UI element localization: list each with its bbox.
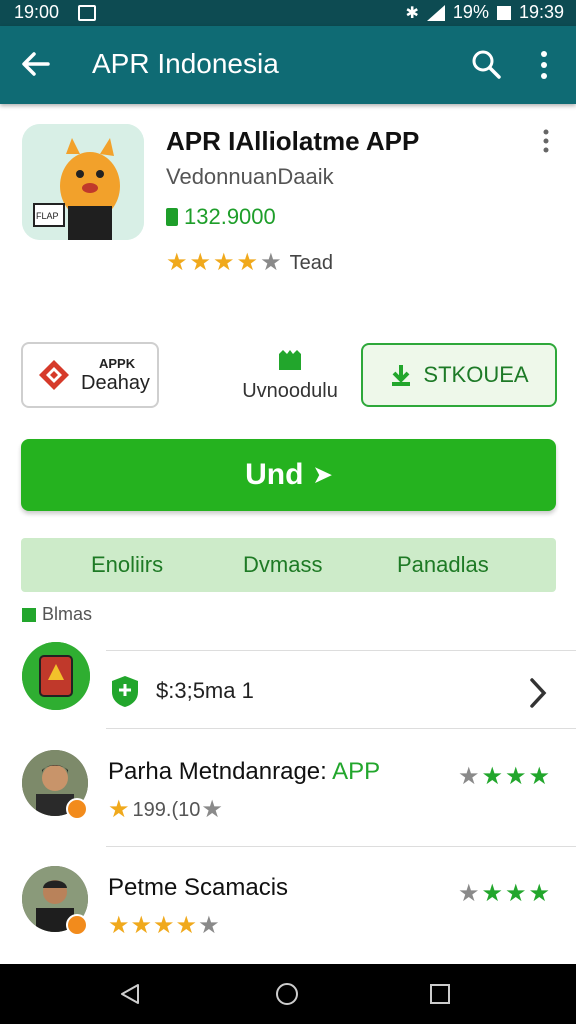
star-icon: ★ bbox=[481, 880, 504, 907]
rating-label: Tead bbox=[289, 251, 333, 274]
apk-label-top: APPK bbox=[99, 356, 136, 371]
star-icon: ★ bbox=[166, 249, 188, 276]
tab-2[interactable]: Dvmass bbox=[243, 552, 322, 578]
arrow-right-icon: ➤ bbox=[313, 462, 332, 487]
review-author-name: Parha Metndanrage: bbox=[108, 758, 327, 785]
install-button[interactable]: Und ➤ bbox=[21, 439, 556, 511]
apk-source-card[interactable]: APPK Deahay bbox=[21, 342, 159, 408]
nav-back-icon[interactable] bbox=[118, 982, 142, 1006]
star-icon: ★ bbox=[213, 249, 235, 276]
badge-icon bbox=[66, 914, 88, 936]
download-action[interactable]: Uvnoodulu bbox=[240, 346, 340, 406]
search-icon[interactable] bbox=[470, 48, 502, 80]
price: 132.9000 bbox=[166, 204, 276, 230]
star-icon: ★ bbox=[481, 763, 504, 790]
status-time: 19:00 bbox=[14, 2, 60, 22]
page-title: APR Indonesia bbox=[92, 48, 279, 79]
star-icon: ★ bbox=[130, 912, 153, 939]
star-empty-icon: ★ bbox=[260, 249, 282, 276]
star-icon: ★ bbox=[505, 880, 527, 907]
nav-home-icon[interactable] bbox=[275, 982, 299, 1006]
system-nav-bar bbox=[0, 964, 576, 1024]
developer-name[interactable]: VedonnuanDaaik bbox=[166, 164, 334, 190]
more-vert-icon[interactable] bbox=[532, 48, 556, 82]
status-time-right: 19:39 bbox=[518, 2, 564, 22]
apk-label: Deahay bbox=[81, 372, 150, 394]
star-icon: ★ bbox=[108, 796, 130, 823]
app-name: APR IAlliolatme APP bbox=[166, 126, 420, 156]
app-icon: FLAP bbox=[22, 124, 144, 240]
review-author-name: Petme Scamacis bbox=[108, 874, 289, 901]
star-empty-icon: ★ bbox=[201, 796, 223, 823]
review-count: 199.(10 bbox=[132, 798, 201, 821]
battery-percent: 19% bbox=[452, 2, 489, 22]
more-vert-icon[interactable] bbox=[538, 128, 554, 154]
bluetooth-icon: ✱ bbox=[405, 4, 419, 22]
app-bar: APR Indonesia bbox=[0, 26, 576, 104]
download-label: Uvnoodulu bbox=[242, 380, 338, 402]
download-icon bbox=[279, 350, 301, 370]
secondary-button-label: STKOUEA bbox=[423, 362, 529, 387]
svg-text:FLAP: FLAP bbox=[36, 211, 59, 221]
divider bbox=[106, 728, 576, 729]
status-icons: ✱ 19% 19:39 bbox=[406, 2, 564, 23]
back-arrow-icon[interactable] bbox=[20, 48, 52, 80]
item-icon bbox=[22, 642, 90, 710]
tab-1[interactable]: Enoliirs bbox=[91, 552, 163, 578]
review-meta: ★ 199.(10 ★ bbox=[108, 798, 223, 822]
tab-3[interactable]: Panadlas bbox=[397, 552, 489, 578]
nav-recents-icon[interactable] bbox=[428, 982, 452, 1006]
review-author-highlight: APP bbox=[332, 758, 381, 785]
review-rating: ★ ★ ★ ★ bbox=[458, 882, 550, 906]
star-icon: ★ bbox=[236, 249, 259, 276]
signal-icon bbox=[426, 4, 445, 21]
app-rating: ★ ★ ★ ★ ★ Tead bbox=[166, 251, 333, 275]
item-text: $:3;5ma 1 bbox=[156, 678, 254, 703]
divider bbox=[106, 846, 576, 847]
price-tag-icon bbox=[166, 208, 178, 226]
star-icon: ★ bbox=[153, 912, 175, 939]
star-icon: ★ bbox=[108, 912, 130, 939]
battery-icon bbox=[496, 5, 511, 20]
status-bar: 19:00 ✱ 19% 19:39 bbox=[0, 0, 576, 26]
divider bbox=[106, 650, 576, 651]
review-author: Parha Metndanrage: APP bbox=[108, 758, 380, 786]
star-empty-icon: ★ bbox=[198, 912, 220, 939]
star-icon: ★ bbox=[458, 880, 480, 907]
shield-icon bbox=[112, 676, 138, 707]
section-title: Blmas bbox=[42, 604, 93, 624]
review-meta: ★ ★ ★ ★ ★ bbox=[108, 914, 220, 938]
tab-bar: Enoliirs Dvmass Panadlas bbox=[21, 538, 556, 592]
download-icon bbox=[392, 365, 411, 386]
chevron-right-icon[interactable] bbox=[526, 676, 550, 710]
section-header: Blmas bbox=[22, 604, 92, 625]
notification-icon bbox=[78, 5, 96, 21]
review-rating: ★ ★ ★ ★ bbox=[458, 765, 550, 789]
star-icon: ★ bbox=[175, 912, 198, 939]
review-author: Petme Scamacis bbox=[108, 874, 288, 902]
install-button-label: Und bbox=[245, 458, 304, 491]
star-icon: ★ bbox=[528, 880, 551, 907]
price-value: 132.9000 bbox=[184, 204, 276, 229]
star-icon: ★ bbox=[189, 249, 212, 276]
star-icon: ★ bbox=[528, 763, 551, 790]
star-icon: ★ bbox=[505, 763, 527, 790]
star-icon: ★ bbox=[458, 763, 480, 790]
apk-logo-icon bbox=[39, 360, 69, 390]
check-icon bbox=[22, 607, 36, 622]
badge-icon bbox=[66, 798, 88, 820]
secondary-button[interactable]: STKOUEA bbox=[361, 343, 557, 407]
